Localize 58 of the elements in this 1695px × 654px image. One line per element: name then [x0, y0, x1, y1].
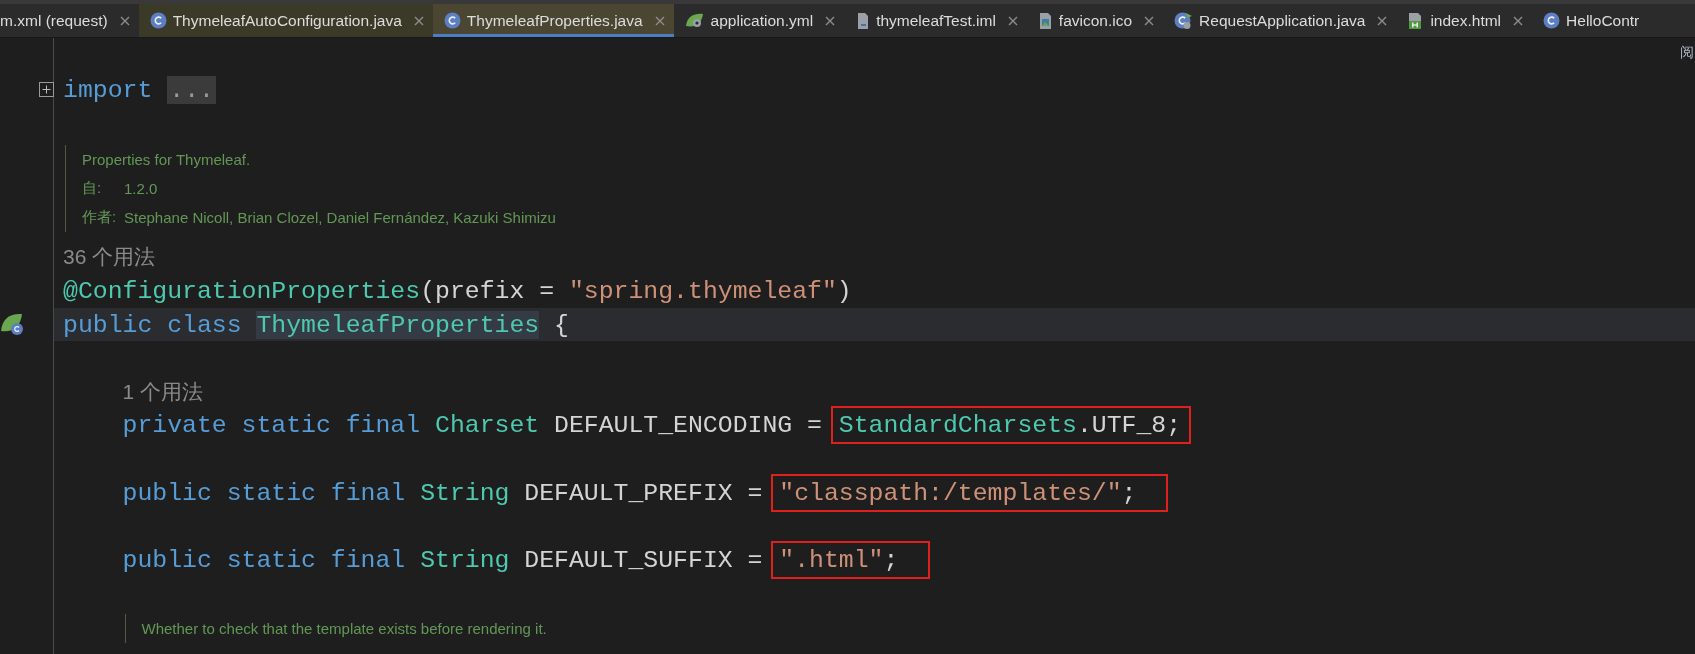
- code-keyword: private static final: [122, 411, 422, 440]
- editor-tab[interactable]: application.yml: [673, 4, 845, 37]
- code-string: ".html": [779, 545, 884, 574]
- code-keyword: public static final: [122, 478, 407, 507]
- code-type: ThymeleafProperties: [256, 310, 540, 339]
- class-icon: [443, 12, 461, 29]
- reader-mode-label[interactable]: 阅: [1680, 44, 1694, 62]
- code-type: String: [420, 478, 510, 507]
- close-icon[interactable]: [1377, 15, 1388, 26]
- close-icon[interactable]: [413, 15, 424, 26]
- doc-label: 作者:: [82, 207, 118, 227]
- class-icon: [1543, 12, 1561, 29]
- class-icon: [1174, 11, 1194, 30]
- editor-tab[interactable]: index.html: [1396, 4, 1533, 37]
- close-icon[interactable]: [1513, 15, 1524, 26]
- usages-hint[interactable]: 36 个用法: [63, 243, 156, 272]
- editor-tab[interactable]: ThymeleafAutoConfiguration.java: [138, 4, 433, 37]
- editor-tab[interactable]: ThymeleafProperties.java: [432, 4, 674, 37]
- code-text: DEFAULT_SUFFIX =: [523, 545, 764, 574]
- code-text: DEFAULT_PREFIX =: [523, 478, 764, 507]
- editor-tab[interactable]: favicon.ico: [1026, 4, 1164, 37]
- doc-text: Stephane Nicoll, Brian Clozel, Daniel Fernández, Kazuki Shimizu: [124, 208, 556, 226]
- code-string: "spring.thymeleaf": [568, 277, 837, 305]
- close-icon[interactable]: [654, 15, 665, 26]
- code-text: {: [553, 310, 569, 339]
- code-keyword: public class: [63, 310, 243, 339]
- code-type: StandardCharsets: [838, 411, 1077, 440]
- close-icon[interactable]: [1144, 15, 1155, 26]
- code-keyword: import: [63, 75, 153, 104]
- code-text: ): [836, 277, 852, 305]
- code-keyword: public static final: [122, 545, 407, 574]
- editor-tab[interactable]: thymeleafTest.iml: [844, 4, 1027, 37]
- usages-hint[interactable]: 1 个用法: [122, 377, 204, 406]
- doc-text: 1.2.0: [124, 179, 158, 197]
- close-icon[interactable]: [825, 15, 836, 26]
- code-text: ;: [1121, 478, 1137, 507]
- code-text: ;: [883, 545, 899, 574]
- code-text: (prefix =: [420, 277, 556, 305]
- folded-code[interactable]: ...: [167, 75, 216, 104]
- editor-tab[interactable]: HelloContr: [1532, 4, 1640, 37]
- leaf-icon: [684, 12, 705, 29]
- expand-icon[interactable]: [39, 82, 54, 97]
- close-icon[interactable]: [119, 15, 130, 26]
- code-type: Charset: [435, 411, 540, 440]
- class-icon: [149, 12, 167, 29]
- doc-text: Properties for Thymeleaf.: [82, 150, 251, 168]
- code-string: "classpath:/templates/": [779, 478, 1122, 507]
- editor-tab[interactable]: RequestApplication.java: [1163, 4, 1397, 37]
- image-file-icon: [1037, 11, 1053, 30]
- code-text: DEFAULT_ENCODING =: [553, 411, 823, 440]
- code-type: String: [420, 545, 510, 574]
- code-annotation: @ConfigurationProperties: [63, 277, 421, 305]
- code-text: .UTF_8;: [1076, 411, 1182, 440]
- editor-tab[interactable]: m.xml (request): [0, 4, 139, 37]
- close-icon[interactable]: [1007, 15, 1018, 26]
- doc-text: Whether to check that the template exists before rendering it.: [141, 620, 547, 638]
- file-icon: [855, 11, 871, 30]
- doc-label: 自:: [82, 178, 103, 198]
